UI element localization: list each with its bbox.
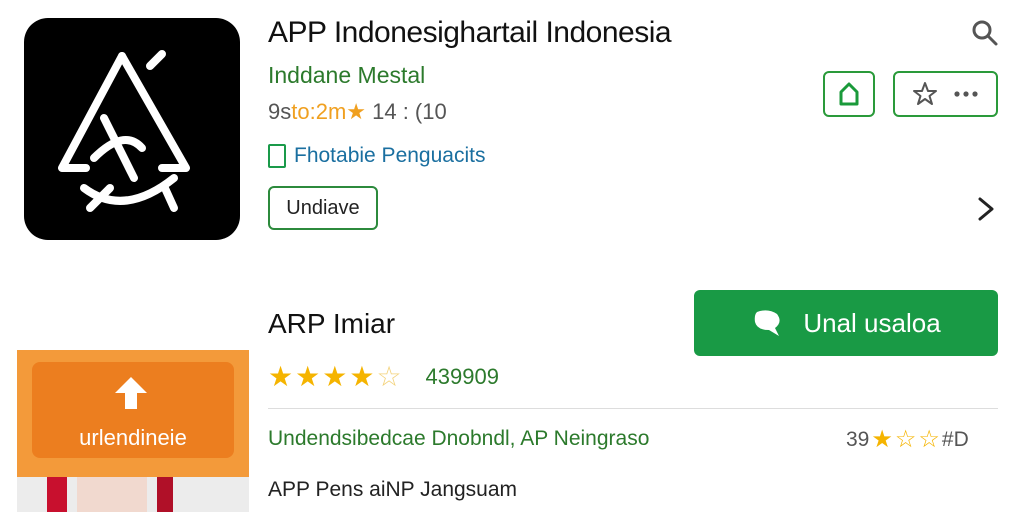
more-dots-icon[interactable] xyxy=(953,90,979,98)
app-icon xyxy=(24,18,240,240)
star-icon: ★ xyxy=(349,361,375,392)
developer-name[interactable]: Inddane Mestal xyxy=(268,62,425,89)
preview-photo[interactable] xyxy=(17,477,249,512)
meta-suffix: 14 : (10 xyxy=(366,99,447,124)
wishlist-button[interactable] xyxy=(893,71,998,117)
star-icon: ★ xyxy=(871,426,893,453)
rating-count: 439909 xyxy=(425,363,499,389)
upload-arrow-icon xyxy=(111,373,151,413)
section-title: ARP Imiar xyxy=(268,308,396,339)
meta-highlight: to:2m★ xyxy=(291,99,366,124)
rating2-suffix: #D xyxy=(941,427,969,451)
description-link[interactable]: Undendsibedcae Dnobndl, AP Neingraso xyxy=(268,427,649,451)
tag-chip[interactable]: Undiave xyxy=(268,186,378,230)
star-half-icon: ☆ xyxy=(376,361,402,392)
star-icon: ★ xyxy=(322,361,348,392)
phone-icon xyxy=(268,144,286,168)
category-row[interactable]: Fhotabie Penguacits xyxy=(268,144,485,168)
app-meta: 9sto:2m★ 14 : (10 xyxy=(268,99,447,125)
star-icon: ★ xyxy=(268,361,294,392)
star-outline-icon[interactable] xyxy=(912,81,938,107)
meta-prefix: 9s xyxy=(268,99,292,124)
description-secondary: APP Pens aiNP Jangsuam xyxy=(268,478,518,501)
share-icon xyxy=(839,82,859,106)
rating-stars: ★ ★ ★ ★ ☆ 439909 xyxy=(268,360,499,393)
app-logo-icon xyxy=(58,50,190,212)
search-icon[interactable] xyxy=(968,16,1002,50)
install-button[interactable]: Unal usaloa xyxy=(694,290,998,356)
share-button[interactable] xyxy=(823,71,875,117)
install-label: Unal usaloa xyxy=(803,307,941,338)
star-icon: ★ xyxy=(295,361,321,392)
star-icon: ☆ xyxy=(894,426,917,453)
chevron-right-icon[interactable] xyxy=(976,195,996,230)
divider xyxy=(268,408,998,409)
promo-label: urlendineie xyxy=(79,425,187,450)
star-icon: ☆ xyxy=(918,426,940,453)
secondary-rating: 39 ★ ☆ ☆ #D xyxy=(846,425,969,454)
app-title: APP Indonesighartail Indonesia xyxy=(268,16,672,49)
rating2-prefix: 39 xyxy=(846,427,870,451)
chat-bubble-icon xyxy=(755,310,780,336)
category-label: Fhotabie Penguacits xyxy=(294,144,486,167)
